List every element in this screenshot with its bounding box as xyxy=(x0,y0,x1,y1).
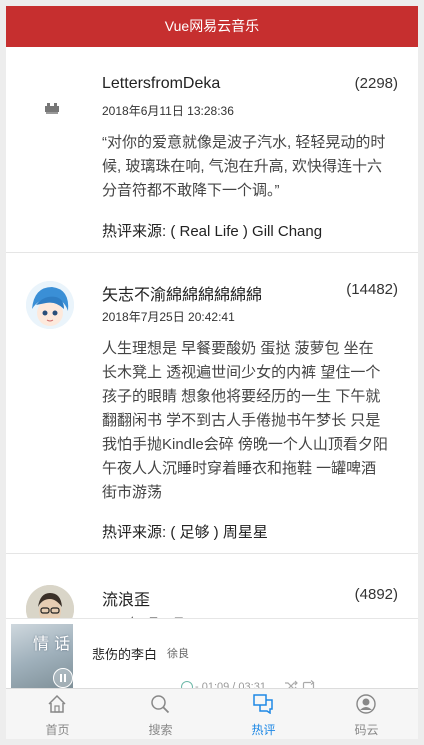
singer-name: 徐良 xyxy=(167,648,189,660)
tab-hot-comments[interactable]: 热评 xyxy=(212,689,315,739)
cover-title: 情 话 xyxy=(33,634,71,653)
comment-username[interactable]: LettersfromDeka xyxy=(102,75,220,93)
content-line: 候, 玻璃珠在响, 气泡在升高, 欢快得连十六 xyxy=(102,158,383,175)
pause-icon[interactable] xyxy=(53,668,73,688)
tab-gitee[interactable]: 码云 xyxy=(315,689,418,739)
comment-item[interactable]: LettersfromDeka (2298) 2018年6月11日 13:28:… xyxy=(6,47,418,253)
song-title: 悲伤的李白 xyxy=(92,647,158,662)
comment-content: “对你的爱意就像是波子汽水, 轻轻晃动的时 候, 玻璃珠在响, 气泡在升高, 欢… xyxy=(102,131,408,203)
comment-item[interactable]: 矢志不渝綿綿綿綿綿綿 (14482) 2018年7月25日 20:42:41 人… xyxy=(6,253,418,554)
app-title: Vue网易云音乐 xyxy=(164,18,260,34)
comment-username[interactable]: 流浪歪 xyxy=(102,586,150,610)
tab-label: 搜索 xyxy=(148,723,173,737)
app-header: Vue网易云音乐 xyxy=(6,6,418,47)
comment-source[interactable]: 热评来源: ( Real Life ) Gill Chang xyxy=(102,220,322,241)
like-count: (4892) xyxy=(354,586,398,603)
comment-username[interactable]: 矢志不渝綿綿綿綿綿綿 xyxy=(102,281,262,305)
hot-comment-list[interactable]: LettersfromDeka (2298) 2018年6月11日 13:28:… xyxy=(6,47,418,674)
avatar[interactable] xyxy=(26,281,74,329)
comment-content: 人生理想是 早餐要酸奶 蛋挞 菠萝包 坐在 长木凳上 透视遍世间少女的内裤 望住… xyxy=(102,337,408,505)
home-icon xyxy=(48,694,66,713)
tab-label: 码云 xyxy=(354,723,379,737)
avatar-placeholder-icon xyxy=(44,101,60,115)
content-line: 午夜人人沉睡时穿着睡衣和拖鞋 一罐啤酒 xyxy=(102,460,377,477)
search-icon xyxy=(151,695,170,714)
content-line: 孩子的眼睛 想象他将要经历的一生 下午就 xyxy=(102,388,381,405)
content-line: 街市游荡 xyxy=(102,484,163,501)
comment-source[interactable]: 热评来源: ( 足够 ) 周星星 xyxy=(102,521,268,542)
user-icon xyxy=(356,694,376,714)
album-cover[interactable]: 情 话 xyxy=(11,624,73,690)
tab-home[interactable]: 首页 xyxy=(6,689,109,739)
comment-time: 2018年6月11日 13:28:36 xyxy=(102,104,234,118)
app-frame: Vue网易云音乐 LettersfromDeka (2298) 2018年6月1… xyxy=(6,6,418,739)
like-count: (14482) xyxy=(346,281,398,298)
content-line: 分音符都不敢降下一个调。” xyxy=(102,182,280,199)
content-line: “对你的爱意就像是波子汽水, 轻轻晃动的时 xyxy=(102,134,386,151)
comment-time: 2018年7月25日 20:42:41 xyxy=(102,310,235,324)
tab-label: 首页 xyxy=(45,723,70,737)
tab-search[interactable]: 搜索 xyxy=(109,689,212,739)
comment-icon xyxy=(253,694,273,714)
bottom-tab-bar: 首页 搜索 热评 码云 xyxy=(6,688,418,739)
content-line: 翻翻闲书 学不到古人手倦抛书午梦长 只是 xyxy=(102,412,381,429)
mini-player[interactable]: 情 话 悲伤的李白 徐良 - 01:09 / 03:31 xyxy=(6,618,418,693)
content-line: 人生理想是 早餐要酸奶 蛋挞 菠萝包 坐在 xyxy=(102,340,374,357)
like-count: (2298) xyxy=(354,75,398,92)
content-line: 我怕手抛Kindle会碎 傍晚一个人山顶看夕阳 xyxy=(102,436,388,453)
content-line: 长木凳上 透视遍世间少女的内裤 望住一个 xyxy=(102,364,381,381)
tab-label: 热评 xyxy=(251,723,276,737)
